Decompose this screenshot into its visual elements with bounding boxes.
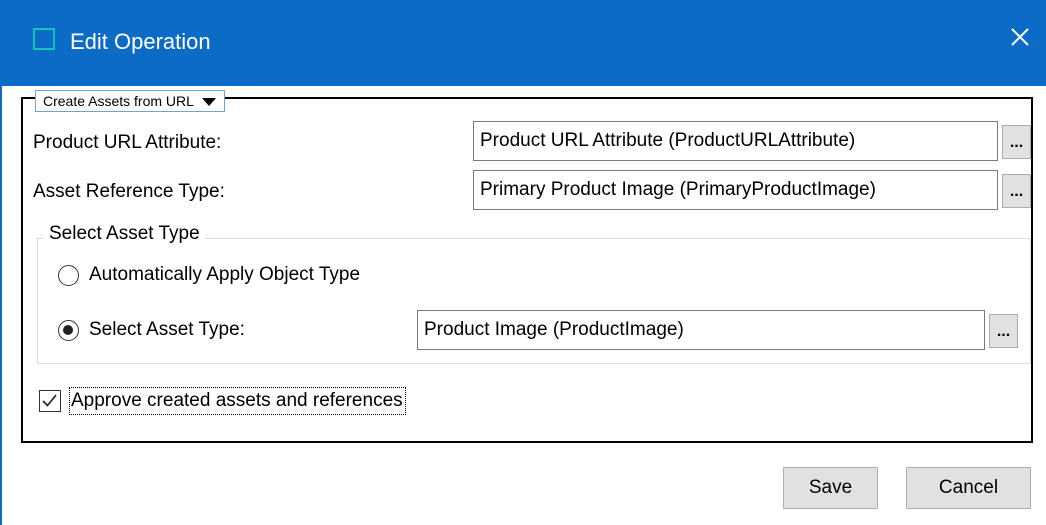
close-icon bbox=[1011, 28, 1029, 46]
asset-reference-type-browse-button[interactable]: ... bbox=[1002, 174, 1031, 208]
select-asset-type-label[interactable]: Select Asset Type: bbox=[89, 318, 245, 342]
radio-selected-dot bbox=[63, 325, 73, 335]
app-window-icon bbox=[33, 28, 55, 50]
approve-checkbox[interactable] bbox=[39, 390, 61, 412]
operation-mode-dropdown[interactable]: Create Assets from URL bbox=[35, 90, 225, 112]
asset-type-field[interactable]: Product Image (ProductImage) bbox=[417, 310, 985, 350]
asset-reference-type-field[interactable]: Primary Product Image (PrimaryProductIma… bbox=[473, 170, 998, 210]
window-left-border bbox=[0, 86, 2, 525]
close-button[interactable] bbox=[994, 14, 1046, 60]
select-asset-type-radio[interactable] bbox=[58, 320, 79, 341]
product-url-field[interactable]: Product URL Attribute (ProductURLAttribu… bbox=[473, 121, 998, 161]
checkmark-icon bbox=[42, 394, 57, 407]
operation-mode-value: Create Assets from URL bbox=[43, 93, 194, 109]
asset-reference-type-label: Asset Reference Type: bbox=[33, 181, 225, 202]
select-asset-type-legend: Select Asset Type bbox=[44, 221, 205, 247]
product-url-browse-button[interactable]: ... bbox=[1002, 125, 1031, 159]
cancel-button[interactable]: Cancel bbox=[906, 467, 1031, 509]
save-button[interactable]: Save bbox=[783, 467, 878, 509]
approve-label[interactable]: Approve created assets and references bbox=[69, 387, 406, 415]
title-bar: Edit Operation bbox=[0, 0, 1046, 86]
asset-type-browse-button[interactable]: ... bbox=[989, 314, 1018, 348]
dropdown-arrow-icon bbox=[201, 97, 216, 106]
auto-object-type-label[interactable]: Automatically Apply Object Type bbox=[89, 263, 360, 287]
window-title: Edit Operation bbox=[70, 29, 211, 54]
product-url-label: Product URL Attribute: bbox=[33, 132, 222, 153]
auto-object-type-radio[interactable] bbox=[58, 265, 79, 286]
